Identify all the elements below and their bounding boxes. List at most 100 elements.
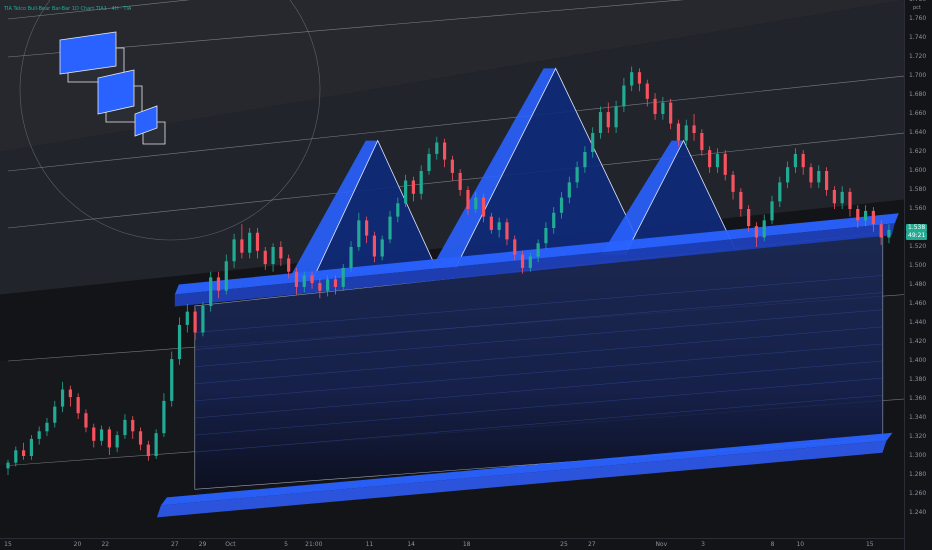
price-tick-26: 1.760 [909, 15, 927, 22]
candle-body-53 [419, 171, 423, 194]
candle-body-21 [170, 359, 174, 401]
candle-body-67 [528, 256, 532, 268]
candle-body-59 [466, 190, 470, 209]
candle-body-98 [770, 201, 774, 221]
time-tick-0: 15 [4, 541, 12, 548]
price-tick-10: 1.440 [909, 319, 927, 326]
candle-body-66 [520, 254, 525, 268]
candle-body-18 [146, 444, 150, 456]
candle-body-34 [271, 247, 275, 265]
candle-body-74 [583, 152, 587, 168]
price-tick-8: 1.400 [909, 357, 927, 364]
currency-label: pct [913, 5, 921, 11]
candle-body-113 [887, 229, 891, 238]
price-tick-0: 1.240 [909, 509, 927, 516]
price-tick-19: 1.620 [909, 148, 927, 155]
price-tick-21: 1.660 [909, 110, 927, 117]
candle-body-106 [832, 190, 836, 204]
time-axis[interactable]: 15 20 22 27 29 Oct 5 21:00 11 14 18 25 27 Nov 3 8 10 15 [0, 538, 904, 550]
candle-body-45 [357, 220, 361, 247]
candle-body-17 [138, 431, 143, 445]
candle-body-27 [216, 277, 221, 291]
chart-window: TIA Telco Bull-Bear Bar-Bar 1D Chart TIA… [0, 0, 932, 550]
candle-body-81 [637, 72, 642, 84]
candle-body-28 [224, 261, 228, 291]
candle-body-94 [739, 191, 743, 209]
candle-body-0 [6, 462, 10, 469]
price-tick-13: 1.500 [909, 262, 927, 269]
candle-body-88 [692, 125, 696, 133]
candle-body-22 [177, 324, 182, 360]
time-tick-11: 25 [560, 541, 568, 548]
candle-body-51 [404, 180, 408, 204]
candle-body-68 [536, 243, 540, 257]
candle-body-105 [824, 171, 829, 190]
time-tick-5: Oct [225, 541, 236, 548]
candle-body-109 [856, 209, 860, 221]
candle-body-6 [53, 406, 57, 423]
candle-body-97 [762, 220, 766, 238]
candle-body-12 [99, 429, 104, 441]
candle-body-57 [450, 159, 454, 173]
candle-body-107 [840, 191, 844, 204]
candle-body-16 [131, 419, 135, 432]
last-price-badge: 1.538 [906, 223, 928, 232]
price-tick-14: 1.520 [909, 243, 927, 250]
candle-body-1 [14, 450, 18, 463]
candle-body-58 [458, 172, 462, 190]
candle-body-70 [552, 212, 556, 228]
time-tick-9: 14 [407, 541, 415, 548]
candle-body-44 [349, 247, 353, 268]
candle-body-3 [29, 438, 33, 456]
price-tick-11: 1.460 [909, 300, 927, 307]
candle-body-90 [708, 150, 712, 168]
candle-body-47 [372, 235, 377, 257]
candle-body-108 [848, 191, 852, 209]
candle-body-11 [92, 427, 96, 441]
candle-body-4 [37, 431, 41, 439]
price-tick-6: 1.360 [909, 395, 927, 402]
price-tick-20: 1.640 [909, 129, 927, 136]
candle-body-52 [411, 180, 415, 194]
candle-body-38 [302, 275, 306, 287]
candle-body-86 [676, 123, 681, 141]
time-tick-16: 10 [796, 541, 805, 548]
price-axis[interactable]: pct 1.240 1.260 1.280 1.300 1.320 1.340 1.360 1… [904, 0, 932, 550]
symbol-legend[interactable]: TIA Telco Bull-Bear Bar-Bar 1D Chart TIA… [4, 6, 131, 12]
candle-body-101 [793, 153, 798, 168]
candle-body-42 [333, 279, 338, 287]
candle-body-111 [871, 210, 875, 225]
price-tick-24: 1.720 [909, 53, 927, 60]
candle-body-35 [279, 247, 283, 259]
chart-plot-area[interactable]: TIA Telco Bull-Bear Bar-Bar 1D Chart TIA… [0, 0, 904, 538]
price-tick-22: 1.680 [909, 91, 927, 98]
candle-body-99 [778, 182, 782, 202]
candle-body-75 [591, 133, 595, 152]
candle-body-40 [318, 283, 322, 291]
candle-body-95 [747, 209, 751, 227]
time-tick-15: 8 [770, 541, 775, 548]
candle-body-69 [544, 228, 548, 244]
candle-body-48 [380, 239, 384, 257]
candle-body-20 [162, 400, 166, 434]
candle-body-100 [786, 167, 790, 183]
candle-body-87 [684, 125, 688, 141]
price-tick-1: 1.260 [909, 490, 927, 497]
price-tick-5: 1.340 [909, 414, 927, 421]
price-tick-17: 1.580 [909, 186, 927, 193]
candle-body-72 [567, 182, 571, 198]
candle-body-85 [669, 102, 673, 124]
candle-body-29 [232, 239, 236, 262]
candle-body-33 [263, 250, 267, 265]
price-tick-25: 1.740 [909, 34, 927, 41]
candle-body-46 [365, 220, 369, 236]
time-tick-7: 21:00 [305, 541, 323, 548]
time-tick-3: 27 [170, 541, 179, 548]
bar-countdown-badge: 49:21 [906, 231, 928, 240]
candle-body-78 [614, 106, 618, 128]
candle-body-37 [294, 271, 299, 287]
chart-canvas[interactable] [0, 0, 904, 538]
candle-body-56 [442, 142, 447, 160]
time-tick-10: 18 [462, 541, 471, 548]
candle-body-26 [209, 277, 213, 306]
